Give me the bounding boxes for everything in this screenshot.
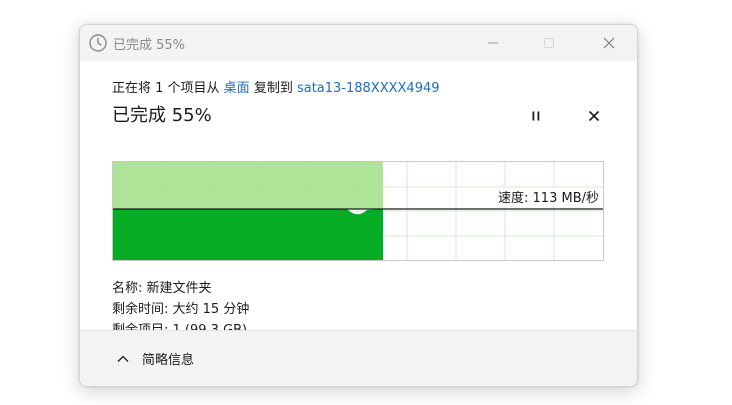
dialog-footer: 简略信息 — [80, 330, 637, 386]
pause-button[interactable] — [523, 103, 549, 129]
close-button[interactable] — [586, 25, 632, 61]
speed-graph-svg: 速度: 113 MB/秒 — [113, 162, 603, 260]
maximize-button[interactable] — [526, 25, 572, 61]
progress-fill-light — [113, 162, 383, 209]
fewer-details-toggle[interactable]: 简略信息 — [116, 349, 194, 368]
destination-link[interactable]: sata13-188XXXX4949 — [297, 81, 440, 96]
close-icon — [603, 37, 615, 49]
copy-prefix: 正在将 1 个项目从 — [112, 81, 224, 96]
time-remaining: 剩余时间: 大约 15 分钟 — [112, 302, 250, 317]
speed-label: 速度: 113 MB/秒 — [498, 190, 599, 206]
title-bar[interactable]: 已完成 55% — [80, 25, 637, 61]
pause-icon — [532, 111, 540, 121]
clock-icon — [89, 34, 107, 52]
minimize-icon — [488, 42, 498, 44]
progress-fill-dark — [113, 209, 383, 260]
dialog-content: 正在将 1 个项目从 桌面 复制到 sata13-188XXXX4949 已完成… — [80, 61, 637, 338]
maximize-icon — [544, 38, 554, 48]
copy-description: 正在将 1 个项目从 桌面 复制到 sata13-188XXXX4949 — [112, 77, 440, 96]
source-link[interactable]: 桌面 — [224, 81, 250, 96]
item-name: 名称: 新建文件夹 — [112, 281, 212, 296]
window-title: 已完成 55% — [113, 38, 186, 53]
cancel-button[interactable] — [581, 103, 607, 129]
fewer-details-label: 简略信息 — [142, 353, 195, 368]
minimize-button[interactable] — [470, 25, 516, 61]
copy-progress-dialog: 已完成 55% 正在将 1 个项目从 桌面 复制到 sata13-188XXXX… — [79, 24, 638, 387]
transfer-speed-graph: 速度: 113 MB/秒 — [112, 161, 604, 261]
cancel-icon — [588, 110, 600, 122]
progress-title: 已完成 55% — [112, 105, 212, 126]
chevron-up-icon — [117, 355, 129, 362]
copy-middle: 复制到 — [249, 81, 297, 96]
